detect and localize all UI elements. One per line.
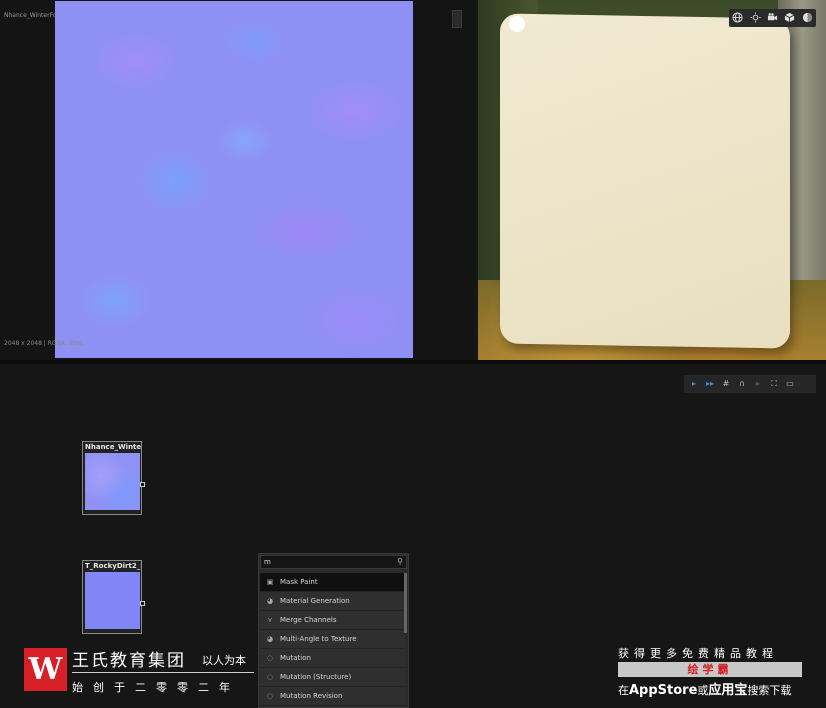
list-item[interactable]: ▣ Mask Paint: [260, 573, 405, 592]
list-item[interactable]: ◌ Mutation Revision: [260, 687, 405, 706]
play-icon[interactable]: ▸: [688, 378, 700, 390]
list-item-label: Material Generation: [280, 597, 350, 605]
image-icon: ▣: [266, 578, 274, 586]
brand-logo: W: [24, 648, 67, 691]
sun-icon[interactable]: [749, 12, 761, 24]
2d-view-scrollbar[interactable]: [452, 10, 462, 28]
sphere-icon: ◕: [266, 597, 274, 605]
search-icon[interactable]: ⚲: [397, 557, 403, 566]
cube-icon[interactable]: [784, 12, 796, 24]
node-title: T_RockyDirt2_N: [85, 562, 141, 570]
preview-mesh[interactable]: [500, 13, 790, 349]
3d-view[interactable]: [478, 0, 826, 360]
list-item-label: Mutation: [280, 654, 311, 662]
normal-map-preview[interactable]: [55, 1, 413, 358]
promo-text-part: 或: [697, 684, 709, 697]
list-item-label: Mutation Revision: [280, 692, 343, 700]
2d-view[interactable]: Nhance_WinterForest_Snow_normal 2048 x 2…: [0, 0, 474, 360]
list-item[interactable]: ◌ Mutation (Structure): [260, 668, 405, 687]
promo-text-part: 搜索下载: [747, 684, 792, 697]
promo-text-part: 在: [618, 684, 629, 697]
node-search-popup: ⚲ ▣ Mask Paint ◕ Material Generation ⋎ Merg…: [258, 553, 409, 708]
promo-app-name: 绘学霸: [618, 662, 802, 677]
frame-icon[interactable]: ⛶: [768, 378, 780, 390]
grid-icon[interactable]: #: [720, 378, 732, 390]
list-item-label: Merge Channels: [280, 616, 337, 624]
node-search-input[interactable]: [260, 555, 407, 569]
node-search-results: ▣ Mask Paint ◕ Material Generation ⋎ Merge …: [260, 573, 405, 706]
list-item[interactable]: ◌ Mutation: [260, 649, 405, 668]
brand-name: 王氏教育集团: [72, 651, 186, 671]
node-title: Nhance_WinterF: [85, 443, 141, 451]
node-output-port[interactable]: [140, 601, 145, 606]
app-window: Nhance_WinterForest_Snow_normal 2048 x 2…: [0, 0, 826, 708]
popup-scrollbar[interactable]: [404, 573, 407, 633]
promo-text-part: AppStore: [629, 683, 698, 698]
fast-forward-icon[interactable]: ▸▸: [704, 378, 716, 390]
brand-slogan: 以人为本: [202, 654, 246, 667]
maximize-icon[interactable]: ▭: [784, 378, 796, 390]
merge-icon: ⋎: [267, 616, 273, 624]
cycle-icon: ◌: [266, 673, 274, 681]
globe-icon[interactable]: [732, 12, 744, 24]
list-item-label: Multi-Angle to Texture: [280, 635, 357, 643]
texture-info: 2048 x 2048 | RGBA, 8bpc: [4, 340, 84, 347]
list-item[interactable]: ⋎ Merge Channels: [260, 611, 405, 630]
sphere-icon[interactable]: [801, 12, 813, 24]
graph-toolbar: ▸ ▸▸ # ∩ ▸ ⛶ ▭: [684, 375, 816, 393]
3d-view-toolbar: [729, 9, 816, 27]
graph-node[interactable]: Nhance_WinterF: [82, 441, 145, 515]
promo-download-text: 在AppStore或应用宝搜索下载: [618, 679, 791, 698]
graph-node[interactable]: T_RockyDirt2_N: [82, 560, 145, 634]
promo-headline: 获得更多免费精品教程: [618, 647, 778, 660]
node-thumbnail: [85, 572, 140, 629]
sphere-icon: ◕: [266, 635, 274, 643]
arrow-icon[interactable]: ▸: [752, 378, 764, 390]
node-output-port[interactable]: [140, 482, 145, 487]
node-thumbnail: [85, 453, 140, 510]
brand-subtitle: 始创于二零零二年: [72, 681, 240, 694]
cycle-icon: ◌: [266, 692, 274, 700]
light-handle[interactable]: [509, 16, 525, 32]
cycle-icon: ◌: [266, 654, 274, 662]
magnet-icon[interactable]: ∩: [736, 378, 748, 390]
list-item[interactable]: ◕ Material Generation: [260, 592, 405, 611]
brand-divider: [72, 672, 254, 673]
promo-text-part: 应用宝: [708, 683, 748, 698]
list-item-label: Mask Paint: [280, 578, 318, 586]
list-item[interactable]: ◕ Multi-Angle to Texture: [260, 630, 405, 649]
camera-icon[interactable]: [766, 12, 778, 24]
list-item-label: Mutation (Structure): [280, 673, 352, 681]
